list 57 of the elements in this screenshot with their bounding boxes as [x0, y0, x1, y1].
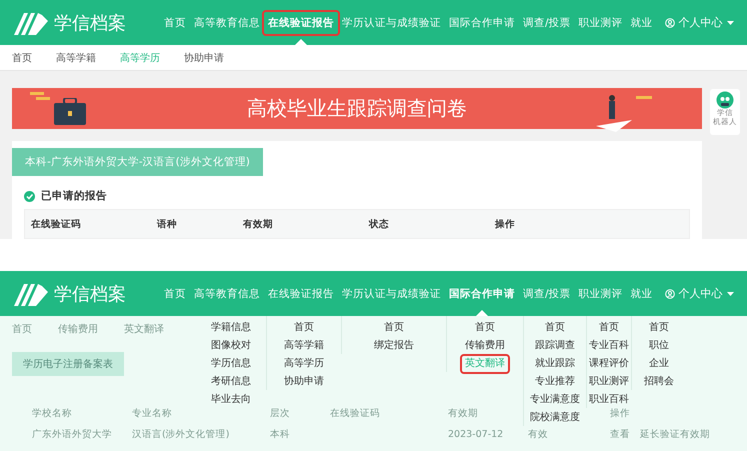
menu-item[interactable]: 协助申请	[281, 374, 327, 390]
menu-item[interactable]: 跟踪调查	[532, 338, 578, 354]
menu-item[interactable]: 专业满意度	[527, 392, 583, 408]
breadcrumb-tab[interactable]: 首页	[12, 50, 32, 64]
pointer-caret-icon	[295, 39, 307, 45]
table-header-cell: 层次	[270, 408, 290, 419]
menu-item[interactable]: 首页	[381, 320, 407, 336]
menu-item[interactable]: 毕业去向	[208, 392, 254, 408]
menu-item[interactable]: 高等学籍	[281, 338, 327, 354]
menu-item[interactable]: 专业百科	[586, 338, 632, 354]
robot-icon	[716, 91, 734, 109]
table-cell: 汉语言(涉外文化管理)	[132, 429, 230, 440]
table-header-cell: 学校名称	[32, 408, 72, 419]
table-header-cell: 操作	[610, 408, 630, 419]
logo-icon	[12, 282, 48, 306]
menu-item[interactable]: 学历信息	[208, 356, 254, 372]
table-header-cell: 有效期	[448, 408, 478, 419]
user-icon	[664, 18, 675, 28]
check-circle-icon	[24, 190, 35, 202]
menu-item[interactable]: 首页	[596, 320, 622, 336]
menu-item[interactable]: 职业百科	[586, 392, 632, 408]
caret-icon	[726, 292, 734, 296]
menu-item[interactable]: 首页	[646, 320, 672, 336]
menu-item[interactable]: 绑定报告	[371, 338, 417, 354]
menu-item[interactable]: 首页	[472, 320, 498, 336]
cloud-icon	[30, 92, 50, 100]
menu-item[interactable]: 学籍信息	[208, 320, 254, 336]
menu-item[interactable]: 职业测评	[586, 374, 632, 390]
menu-item[interactable]: 就业跟踪	[532, 356, 578, 372]
breadcrumb-tab[interactable]: 高等学籍	[56, 50, 96, 64]
menu-item[interactable]: 高等学历	[281, 356, 327, 372]
menu-item[interactable]: 专业推荐	[532, 374, 578, 390]
section-title: 已申请的报告	[41, 189, 107, 203]
table-header-cell: 专业名称	[132, 408, 172, 419]
table-cell: 2023-07-12	[448, 429, 504, 440]
table-cell: 广东外语外贸大学	[32, 429, 112, 440]
table-cell: 有效	[528, 429, 548, 440]
banner-title: 高校毕业生跟踪调查问卷	[247, 95, 467, 122]
menu-item[interactable]: 招聘会	[641, 374, 677, 390]
user-icon	[664, 288, 675, 298]
logo-icon	[12, 10, 48, 34]
table-cell: 本科	[270, 429, 290, 440]
menu-item[interactable]: 传输费用	[462, 338, 508, 354]
menu-item[interactable]: 课程评价	[586, 356, 632, 372]
table-cell: 延长验证有效期	[640, 429, 710, 440]
menu-item[interactable]: 首页	[542, 320, 568, 336]
menu-item[interactable]: 院校满意度	[527, 410, 583, 426]
menu-item[interactable]: 首页	[291, 320, 317, 336]
table-header: 在线验证码 语种 有效期 状态 操作	[24, 209, 690, 239]
breadcrumb-tab[interactable]: 协助申请	[184, 50, 224, 64]
menu-item[interactable]: 考研信息	[208, 374, 254, 390]
menu-item[interactable]: 图像校对	[208, 338, 254, 354]
menu-item[interactable]: 企业	[646, 356, 672, 372]
caret-icon	[726, 20, 734, 24]
table-cell: 查看	[610, 429, 630, 440]
table-header-cell: 在线验证码	[330, 408, 380, 419]
menu-item[interactable]: 职位	[646, 338, 672, 354]
